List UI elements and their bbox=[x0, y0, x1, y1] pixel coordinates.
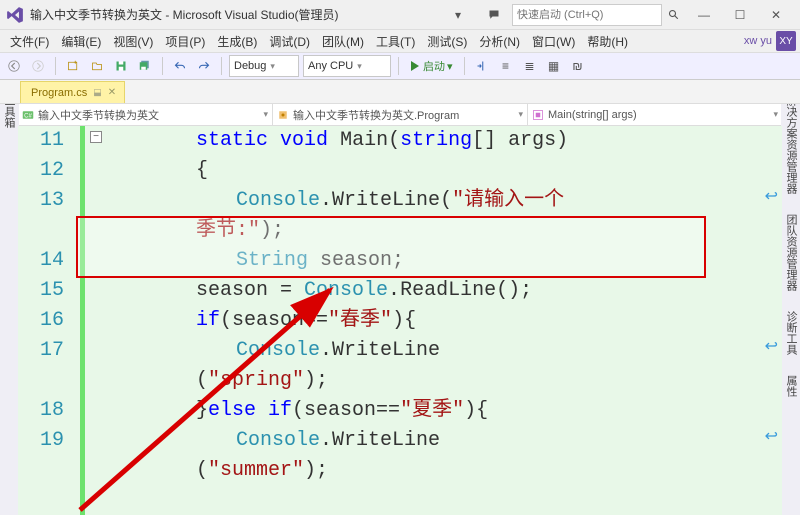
code-editor[interactable]: 11 − static void Main(string[] args) 12{… bbox=[18, 126, 782, 515]
svg-text:C#: C# bbox=[24, 113, 32, 119]
start-debug-button[interactable]: 启动▾ bbox=[406, 58, 457, 74]
class-combo[interactable]: 输入中文季节转换为英文.Program▾ bbox=[273, 104, 528, 125]
line-number: 13 bbox=[18, 186, 76, 216]
close-tab-icon[interactable]: ✕ bbox=[108, 87, 116, 98]
line-number: 18 bbox=[18, 396, 76, 426]
menu-debug[interactable]: 调试(D) bbox=[263, 31, 316, 52]
line-number: 15 bbox=[18, 276, 76, 306]
project-combo[interactable]: C# 输入中文季节转换为英文▾ bbox=[18, 104, 273, 125]
standard-toolbar: Debug▾ Any CPU▾ 启动▾ ≡ ≣ ▦ ₪ bbox=[0, 52, 800, 80]
change-indicator bbox=[80, 126, 85, 515]
quick-launch-input[interactable] bbox=[517, 9, 657, 21]
step-icon[interactable] bbox=[472, 55, 492, 77]
tool4-icon[interactable]: ₪ bbox=[568, 55, 588, 77]
vs-icon bbox=[6, 6, 24, 24]
feedback-icon[interactable] bbox=[476, 3, 512, 27]
line-number: 12 bbox=[18, 156, 76, 186]
solution-explorer-tab[interactable]: 解决方案资源管理器 bbox=[781, 88, 800, 201]
menu-build[interactable]: 生成(B) bbox=[211, 31, 263, 52]
notif-icon[interactable]: ▾ bbox=[440, 3, 476, 27]
wrap-icon: ↩ bbox=[765, 426, 778, 446]
left-rail: 工具箱 bbox=[0, 80, 18, 515]
menu-help[interactable]: 帮助(H) bbox=[581, 31, 634, 52]
menu-view[interactable]: 视图(V) bbox=[107, 31, 159, 52]
config-dropdown[interactable]: Debug▾ bbox=[229, 55, 299, 77]
title-bar: 输入中文季节转换为英文 - Microsoft Visual Studio(管理… bbox=[0, 0, 800, 30]
nav-bar: C# 输入中文季节转换为英文▾ 输入中文季节转换为英文.Program▾ Mai… bbox=[18, 104, 782, 126]
fold-icon[interactable]: − bbox=[90, 131, 102, 143]
platform-dropdown[interactable]: Any CPU▾ bbox=[303, 55, 391, 77]
nav-fwd-icon[interactable] bbox=[28, 55, 48, 77]
doc-tab-label: Program.cs bbox=[31, 87, 87, 99]
wrap-icon: ↩ bbox=[765, 186, 778, 206]
line-number: 16 bbox=[18, 306, 76, 336]
menu-bar: 文件(F) 编辑(E) 视图(V) 项目(P) 生成(B) 调试(D) 团队(M… bbox=[0, 30, 800, 52]
menu-edit[interactable]: 编辑(E) bbox=[55, 31, 107, 52]
maximize-button[interactable]: ☐ bbox=[722, 3, 758, 27]
undo-icon[interactable] bbox=[170, 55, 190, 77]
menu-file[interactable]: 文件(F) bbox=[4, 31, 55, 52]
close-button[interactable]: ✕ bbox=[758, 3, 794, 27]
doc-tab-active[interactable]: Program.cs ⬓ ✕ bbox=[20, 81, 125, 103]
right-rail: 解决方案资源管理器 团队资源管理器 诊断工具 属性 bbox=[782, 80, 800, 515]
line-number: 11 bbox=[18, 126, 76, 156]
new-project-icon[interactable] bbox=[63, 55, 83, 77]
window-title: 输入中文季节转换为英文 - Microsoft Visual Studio(管理… bbox=[30, 6, 339, 23]
menu-test[interactable]: 测试(S) bbox=[421, 31, 473, 52]
member-combo[interactable]: Main(string[] args)▾ bbox=[528, 104, 782, 125]
nav-back-icon[interactable] bbox=[4, 55, 24, 77]
wrap-icon: ↩ bbox=[765, 336, 778, 356]
search-icon[interactable] bbox=[668, 9, 680, 21]
minimize-button[interactable]: — bbox=[686, 3, 722, 27]
menu-analyze[interactable]: 分析(N) bbox=[473, 31, 526, 52]
line-number: 19 bbox=[18, 426, 76, 456]
line-number: 17 bbox=[18, 336, 76, 366]
menu-team[interactable]: 团队(M) bbox=[316, 31, 370, 52]
tool2-icon[interactable]: ≣ bbox=[520, 55, 540, 77]
user-tile[interactable]: XY bbox=[776, 31, 796, 51]
tool1-icon[interactable]: ≡ bbox=[496, 55, 516, 77]
doc-tab-strip: Program.cs ⬓ ✕ bbox=[0, 80, 800, 104]
pin-icon[interactable]: ⬓ bbox=[93, 87, 102, 98]
diagnostic-tab[interactable]: 诊断工具 bbox=[781, 304, 800, 362]
save-icon[interactable] bbox=[111, 55, 131, 77]
menu-tools[interactable]: 工具(T) bbox=[370, 31, 421, 52]
line-number: 14 bbox=[18, 246, 76, 276]
properties-tab[interactable]: 属性 bbox=[781, 368, 800, 404]
redo-icon[interactable] bbox=[194, 55, 214, 77]
team-explorer-tab[interactable]: 团队资源管理器 bbox=[781, 207, 800, 298]
menu-project[interactable]: 项目(P) bbox=[159, 31, 211, 52]
open-icon[interactable] bbox=[87, 55, 107, 77]
tool3-icon[interactable]: ▦ bbox=[544, 55, 564, 77]
menu-window[interactable]: 窗口(W) bbox=[526, 31, 581, 52]
username-label[interactable]: xw yu bbox=[744, 35, 772, 47]
quick-launch[interactable] bbox=[512, 4, 662, 26]
saveall-icon[interactable] bbox=[135, 55, 155, 77]
